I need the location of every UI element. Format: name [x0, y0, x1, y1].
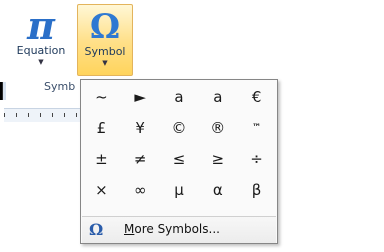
- symbol-cell[interactable]: ±: [82, 143, 121, 174]
- symbol-cell[interactable]: a: [160, 81, 199, 112]
- chevron-down-icon: ▼: [38, 58, 44, 66]
- symbol-label: Symbol: [84, 45, 126, 58]
- symbol-cell[interactable]: ≤: [160, 143, 199, 174]
- symbol-cell[interactable]: ∞: [121, 174, 160, 205]
- omega-icon: Ω: [89, 220, 104, 239]
- symbol-button[interactable]: Ω Symbol ▼: [77, 4, 133, 76]
- symbol-cell[interactable]: ÷: [237, 143, 276, 174]
- chevron-down-icon: ▼: [102, 59, 108, 67]
- symbol-cell[interactable]: µ: [160, 174, 199, 205]
- symbol-cell[interactable]: a: [198, 81, 237, 112]
- symbol-cell[interactable]: ¥: [121, 112, 160, 143]
- symbol-cell[interactable]: ®: [198, 112, 237, 143]
- symbol-cell[interactable]: £: [82, 112, 121, 143]
- symbol-cell[interactable]: ©: [160, 112, 199, 143]
- symbol-gallery: ~ ► a a € £ ¥ © ® ™ ± ≠ ≤ ≥ ÷ × ∞ µ α β Ω More Symbols...: [80, 79, 278, 244]
- ribbon: π Equation ▼ Ω Symbol ▼ Symb: [0, 0, 384, 93]
- symbol-cell[interactable]: ►: [121, 81, 160, 112]
- symbol-cell[interactable]: ™: [237, 112, 276, 143]
- symbol-cell[interactable]: ×: [82, 174, 121, 205]
- symbol-cell[interactable]: α: [198, 174, 237, 205]
- group-label-symbols: Symb: [44, 80, 76, 93]
- symbol-cell[interactable]: €: [237, 81, 276, 112]
- symbol-cell[interactable]: ≠: [121, 143, 160, 174]
- equation-button[interactable]: π Equation ▼: [8, 4, 74, 76]
- more-symbols-mnemonic: M: [124, 222, 135, 236]
- ruler-ticks: [4, 113, 84, 117]
- symbol-cell[interactable]: ~: [82, 81, 121, 112]
- more-symbols-text: ore Symbols...: [134, 222, 220, 236]
- pi-icon: π: [27, 3, 55, 48]
- symbol-grid: ~ ► a a € £ ¥ © ® ™ ± ≠ ≤ ≥ ÷ × ∞ µ α β: [82, 81, 276, 205]
- symbol-cell[interactable]: ≥: [198, 143, 237, 174]
- symbol-cell[interactable]: β: [237, 174, 276, 205]
- more-symbols-button[interactable]: Ω More Symbols...: [82, 216, 276, 243]
- ruler: [4, 108, 90, 122]
- more-symbols-label: More Symbols...: [124, 222, 220, 236]
- omega-icon: Ω: [89, 7, 121, 47]
- equation-label: Equation: [16, 44, 66, 57]
